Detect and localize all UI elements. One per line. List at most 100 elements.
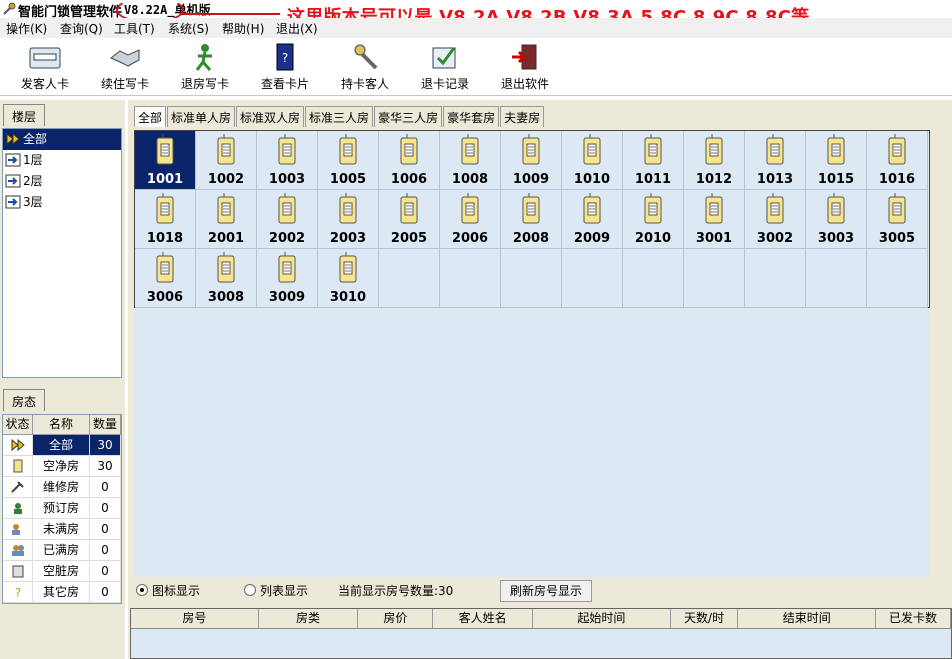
room-cell[interactable]: 2001 [196,190,257,249]
room-tag-icon [278,193,296,224]
icon-view-radio[interactable] [136,584,148,596]
status-count: 0 [90,498,121,518]
room-tag-icon [522,193,540,224]
column-header[interactable]: 房价 [358,609,434,628]
issue-guest-card-button[interactable]: 发客人卡 [5,42,85,94]
room-cell[interactable]: 3002 [745,190,806,249]
status-name: 其它房 [33,582,90,602]
status-row[interactable]: 维修房 0 [3,477,121,498]
floor-item-3[interactable]: 3层 [3,192,121,213]
room-number: 1005 [329,172,367,187]
floor-item-all[interactable]: 全部 [3,129,121,150]
reserved-icon [13,503,22,514]
column-header[interactable]: 客人姓名 [433,609,533,628]
status-row[interactable]: 已满房 0 [3,540,121,561]
status-row[interactable]: 预订房 0 [3,498,121,519]
column-header[interactable]: 房类 [259,609,359,628]
room-cell[interactable]: 3001 [684,190,745,249]
room-tag-icon [461,134,479,165]
tab-room-type[interactable]: 标准单人房 [167,106,236,127]
list-view-radio[interactable] [244,584,256,596]
room-cell[interactable]: 1013 [745,131,806,190]
menu-tools[interactable]: 工具(T) [114,20,155,37]
menu-system[interactable]: 系统(S) [168,20,209,37]
renew-card-button[interactable]: 续住写卡 [85,42,165,94]
column-header[interactable]: 结束时间 [738,609,877,628]
status-name: 空净房 [33,456,90,476]
room-cell[interactable]: 1006 [379,131,440,190]
room-cell[interactable]: 2010 [623,190,684,249]
column-header[interactable]: 已发卡数 [876,609,951,628]
room-cell[interactable]: 3005 [867,190,928,249]
column-header[interactable]: 天数/时 [671,609,739,628]
room-cell[interactable]: 2009 [562,190,623,249]
status-row[interactable]: 空净房 30 [3,456,121,477]
tab-room-status[interactable]: 房态 [3,389,46,411]
refresh-rooms-button[interactable]: 刷新房号显示 [500,580,592,602]
room-cell[interactable]: 1016 [867,131,928,190]
room-cell[interactable]: 3008 [196,249,257,308]
room-tag-icon [400,193,418,224]
exit-software-button[interactable]: 退出软件 [485,42,565,94]
floor-item-2[interactable]: 2层 [3,171,121,192]
view-controls: 图标显示 列表显示 当前显示房号数量:30 刷新房号显示 [130,578,952,604]
return-card-record-button[interactable]: 退卡记录 [405,42,485,94]
menu-operate[interactable]: 操作(K) [6,20,47,37]
room-cell[interactable]: 1009 [501,131,562,190]
room-grid-empty-area [134,309,930,577]
room-cell[interactable]: 2006 [440,190,501,249]
room-status-table: 状态 名称 数量 全部 30 空净房 30 维修房 0 预订房 0 未满房 0 已满房 0 空脏房 0? 其… [2,414,122,604]
status-row[interactable]: 空脏房 0 [3,561,121,582]
view-card-button[interactable]: ? 查看卡片 [245,42,325,94]
room-cell[interactable]: 2002 [257,190,318,249]
tab-room-type[interactable]: 全部 [134,106,167,127]
tab-room-type[interactable]: 标准双人房 [236,106,305,127]
room-tag-icon [705,193,723,224]
room-cell[interactable]: 3010 [318,249,379,308]
room-tag-icon [339,134,357,165]
room-cell[interactable]: 1010 [562,131,623,190]
room-cell[interactable]: 1008 [440,131,501,190]
status-row[interactable]: ? 其它房 0 [3,582,121,603]
tab-room-type[interactable]: 豪华三人房 [374,106,443,127]
status-row[interactable]: 未满房 0 [3,519,121,540]
room-cell[interactable]: 1012 [684,131,745,190]
tab-room-type[interactable]: 豪华套房 [443,106,500,127]
column-header[interactable]: 房号 [131,609,259,628]
room-cell[interactable]: 2005 [379,190,440,249]
menu-query[interactable]: 查询(Q) [60,20,103,37]
room-number: 3002 [756,231,794,246]
room-cell[interactable]: 1005 [318,131,379,190]
column-header[interactable]: 起始时间 [533,609,671,628]
card-icon [29,47,61,69]
status-name: 预订房 [33,498,90,518]
tab-room-type[interactable]: 标准三人房 [305,106,374,127]
room-tag-icon [339,252,357,283]
room-tag-icon [827,193,845,224]
room-cell[interactable]: 1018 [135,190,196,249]
room-cell[interactable]: 1015 [806,131,867,190]
room-cell[interactable]: 2008 [501,190,562,249]
menu-help[interactable]: 帮助(H) [222,20,264,37]
status-count: 0 [90,519,121,539]
room-number: 1008 [451,172,489,187]
room-cell[interactable]: 1011 [623,131,684,190]
checkout-card-button[interactable]: 退房写卡 [165,42,245,94]
room-cell[interactable]: 1001 [135,131,196,190]
tab-room-type[interactable]: 夫妻房 [500,106,545,127]
tab-floors[interactable]: 楼层 [3,104,46,126]
vacant-icon [13,459,22,473]
status-name: 空脏房 [33,561,90,581]
menu-exit[interactable]: 退出(X) [276,20,318,37]
partial-icon [11,524,20,535]
room-cell[interactable]: 1003 [257,131,318,190]
room-cell[interactable]: 1002 [196,131,257,190]
cardholder-guests-button[interactable]: 持卡客人 [325,42,405,94]
room-cell[interactable]: 3003 [806,190,867,249]
floor-item-1[interactable]: 1层 [3,150,121,171]
room-cell[interactable]: 3006 [135,249,196,308]
status-row[interactable]: 全部 30 [3,435,121,456]
room-cell[interactable]: 3009 [257,249,318,308]
room-cell[interactable]: 2003 [318,190,379,249]
room-number: 2009 [573,231,611,246]
